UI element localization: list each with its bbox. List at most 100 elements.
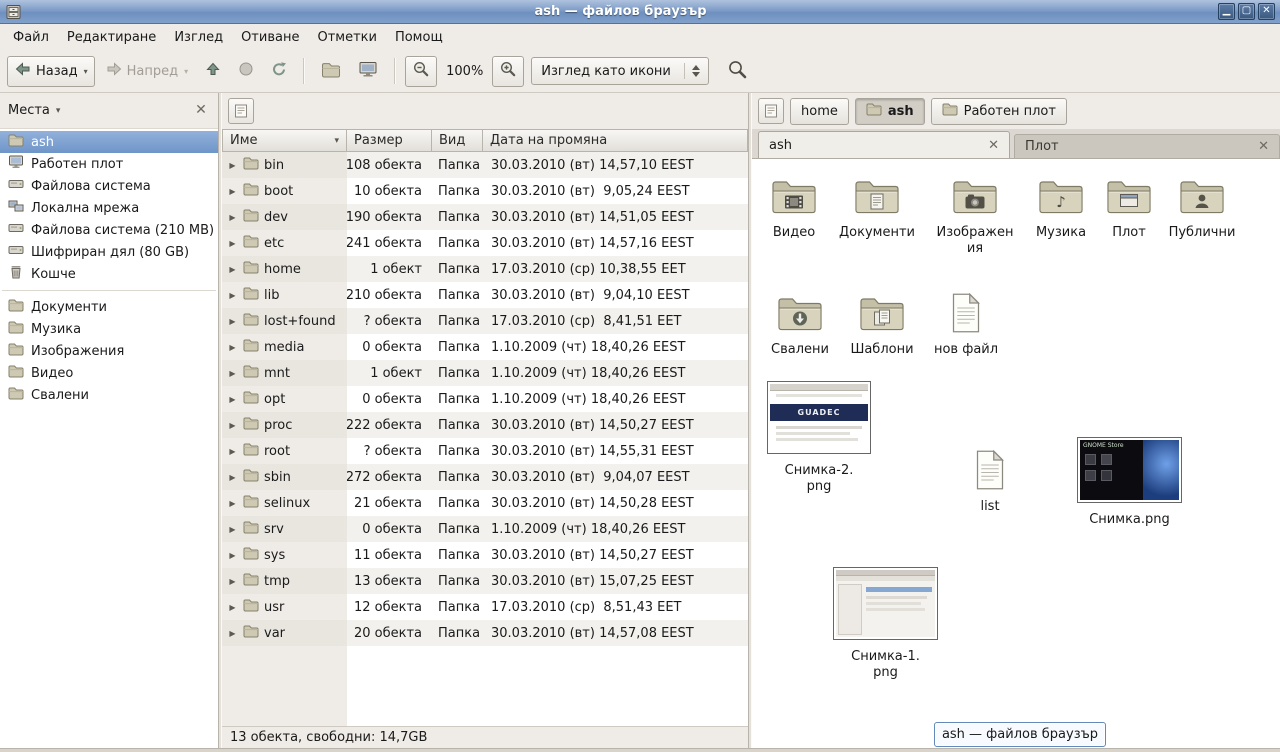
- sidebar-item-filesystem-210mb[interactable]: Файлова система (210 MB): [0, 219, 218, 241]
- expander-icon[interactable]: ▶: [227, 447, 238, 456]
- icon-item-pictures[interactable]: Изображения: [930, 178, 1020, 257]
- expander-icon[interactable]: ▶: [227, 551, 238, 560]
- stop-button[interactable]: [231, 56, 261, 87]
- expander-icon[interactable]: ▶: [227, 291, 238, 300]
- icon-item-list[interactable]: list: [945, 450, 1035, 515]
- icon-item-snimka-1[interactable]: Снимка-1.png: [833, 567, 938, 681]
- maximize-button[interactable]: ▢: [1238, 3, 1255, 20]
- file-row-srv[interactable]: ▶ srv0 обектаПапка1.10.2009 (чт) 18,40,2…: [222, 516, 748, 542]
- file-row-etc[interactable]: ▶ etc241 обектаПапка30.03.2010 (вт) 14,5…: [222, 230, 748, 256]
- file-row-lost+found[interactable]: ▶ lost+found? обектаПапка17.03.2010 (ср)…: [222, 308, 748, 334]
- location-toggle-button[interactable]: [228, 98, 254, 124]
- file-row-bin[interactable]: ▶ bin108 обектаПапка30.03.2010 (вт) 14,5…: [222, 152, 748, 178]
- back-dropdown-icon[interactable]: ▾: [84, 67, 88, 76]
- sidebar-item-local-network[interactable]: Локална мрежа: [0, 197, 218, 219]
- expander-icon[interactable]: ▶: [227, 473, 238, 482]
- tab-close-icon[interactable]: ✕: [988, 139, 999, 152]
- column-header-type[interactable]: Вид: [432, 129, 483, 152]
- expander-icon[interactable]: ▶: [227, 525, 238, 534]
- location-toggle-button[interactable]: [758, 98, 784, 124]
- expander-icon[interactable]: ▶: [227, 265, 238, 274]
- path-button-ash[interactable]: ash: [855, 98, 925, 125]
- minimize-button[interactable]: ▁: [1218, 3, 1235, 20]
- menu-go[interactable]: Отиване: [232, 24, 308, 50]
- tab-desktop[interactable]: Плот✕: [1014, 134, 1280, 158]
- chevron-down-icon[interactable]: ▾: [56, 106, 61, 116]
- expander-icon[interactable]: ▶: [227, 499, 238, 508]
- column-header-modified[interactable]: Дата на промяна: [483, 129, 748, 152]
- expander-icon[interactable]: ▶: [227, 395, 238, 404]
- sidebar-item-trash[interactable]: Кошче: [0, 263, 218, 285]
- file-row-sbin[interactable]: ▶ sbin272 обектаПапка30.03.2010 (вт) 9,0…: [222, 464, 748, 490]
- icon-item-new-file[interactable]: нов файл: [921, 293, 1011, 358]
- menu-edit[interactable]: Редактиране: [58, 24, 165, 50]
- file-row-media[interactable]: ▶ media0 обектаПапка1.10.2009 (чт) 18,40…: [222, 334, 748, 360]
- expander-icon[interactable]: ▶: [227, 421, 238, 430]
- file-row-proc[interactable]: ▶ proc222 обектаПапка30.03.2010 (вт) 14,…: [222, 412, 748, 438]
- forward-button[interactable]: Напред ▾: [98, 56, 196, 87]
- icon-item-video[interactable]: Видео: [749, 178, 839, 241]
- zoom-out-button[interactable]: [405, 56, 437, 87]
- icon-item-downloads[interactable]: Свалени: [755, 295, 845, 358]
- expander-icon[interactable]: ▶: [227, 213, 238, 222]
- sidebar-item-pictures[interactable]: Изображения: [0, 340, 218, 362]
- taskbar-window-button[interactable]: ash — файлов браузър: [934, 722, 1106, 747]
- path-button-home[interactable]: home: [790, 98, 849, 125]
- sidebar-item-documents[interactable]: Документи: [0, 296, 218, 318]
- file-row-lib[interactable]: ▶ lib210 обектаПапка30.03.2010 (вт) 9,04…: [222, 282, 748, 308]
- file-row-selinux[interactable]: ▶ selinux21 обектаПапка30.03.2010 (вт) 1…: [222, 490, 748, 516]
- sidebar-item-encrypted-80gb[interactable]: Шифриран дял (80 GB): [0, 241, 218, 263]
- file-row-mnt[interactable]: ▶ mnt1 обектПапка1.10.2009 (чт) 18,40,26…: [222, 360, 748, 386]
- expander-icon[interactable]: ▶: [227, 603, 238, 612]
- icon-item-snimka-2[interactable]: GUADEC Снимка-2.png: [767, 381, 871, 495]
- path-button-desktop[interactable]: Работен плот: [931, 98, 1067, 125]
- icon-item-templates[interactable]: Шаблони: [837, 295, 927, 358]
- view-mode-select[interactable]: Изглед като икони: [531, 57, 709, 85]
- zoom-in-button[interactable]: [492, 56, 524, 87]
- column-header-size[interactable]: Размер: [347, 129, 432, 152]
- expander-icon[interactable]: ▶: [227, 629, 238, 638]
- reload-button[interactable]: [264, 56, 294, 87]
- sidebar-item-ash[interactable]: ash: [0, 131, 218, 153]
- file-row-var[interactable]: ▶ var20 обектаПапка30.03.2010 (вт) 14,57…: [222, 620, 748, 646]
- expander-icon[interactable]: ▶: [227, 187, 238, 196]
- menu-view[interactable]: Изглед: [165, 24, 232, 50]
- expander-icon[interactable]: ▶: [227, 239, 238, 248]
- file-row-tmp[interactable]: ▶ tmp13 обектаПапка30.03.2010 (вт) 15,07…: [222, 568, 748, 594]
- back-button[interactable]: Назад ▾: [7, 56, 95, 87]
- menu-file[interactable]: Файл: [4, 24, 58, 50]
- computer-button[interactable]: [351, 56, 385, 87]
- file-row-dev[interactable]: ▶ dev190 обектаПапка30.03.2010 (вт) 14,5…: [222, 204, 748, 230]
- up-button[interactable]: [198, 56, 228, 87]
- icon-item-public[interactable]: Публични: [1157, 178, 1247, 241]
- sidebar-item-desktop[interactable]: Работен плот: [0, 153, 218, 175]
- sidebar-title[interactable]: Места: [8, 103, 50, 118]
- file-row-boot[interactable]: ▶ boot10 обектаПапка30.03.2010 (вт) 9,05…: [222, 178, 748, 204]
- expander-icon[interactable]: ▶: [227, 369, 238, 378]
- expander-icon[interactable]: ▶: [227, 317, 238, 326]
- home-button[interactable]: [314, 56, 348, 87]
- sidebar-item-music[interactable]: Музика: [0, 318, 218, 340]
- expander-icon[interactable]: ▶: [227, 577, 238, 586]
- search-button[interactable]: [720, 56, 755, 87]
- tab-ash[interactable]: ash✕: [758, 131, 1010, 158]
- expander-icon[interactable]: ▶: [227, 343, 238, 352]
- file-row-usr[interactable]: ▶ usr12 обектаПапка17.03.2010 (ср) 8,51,…: [222, 594, 748, 620]
- file-row-home[interactable]: ▶ home1 обектПапка17.03.2010 (ср) 10,38,…: [222, 256, 748, 282]
- sidebar-close-button[interactable]: ✕: [192, 102, 210, 120]
- icon-item-documents[interactable]: Документи: [832, 178, 922, 241]
- expander-icon[interactable]: ▶: [227, 161, 238, 170]
- file-row-opt[interactable]: ▶ opt0 обектаПапка1.10.2009 (чт) 18,40,2…: [222, 386, 748, 412]
- close-button[interactable]: ✕: [1258, 3, 1275, 20]
- file-row-sys[interactable]: ▶ sys11 обектаПапка30.03.2010 (вт) 14,50…: [222, 542, 748, 568]
- sidebar-item-filesystem[interactable]: Файлова система: [0, 175, 218, 197]
- icon-item-snimka[interactable]: GNOME Store Снимка.png: [1077, 437, 1182, 528]
- menu-help[interactable]: Помощ: [386, 24, 452, 50]
- sidebar-item-downloads[interactable]: Свалени: [0, 384, 218, 406]
- menu-bookmarks[interactable]: Отметки: [308, 24, 385, 50]
- file-row-root[interactable]: ▶ root? обектаПапка30.03.2010 (вт) 14,55…: [222, 438, 748, 464]
- column-header-name[interactable]: Име▾: [222, 129, 347, 152]
- tab-close-icon[interactable]: ✕: [1258, 140, 1269, 153]
- sidebar-item-video[interactable]: Видео: [0, 362, 218, 384]
- forward-dropdown-icon[interactable]: ▾: [184, 67, 188, 76]
